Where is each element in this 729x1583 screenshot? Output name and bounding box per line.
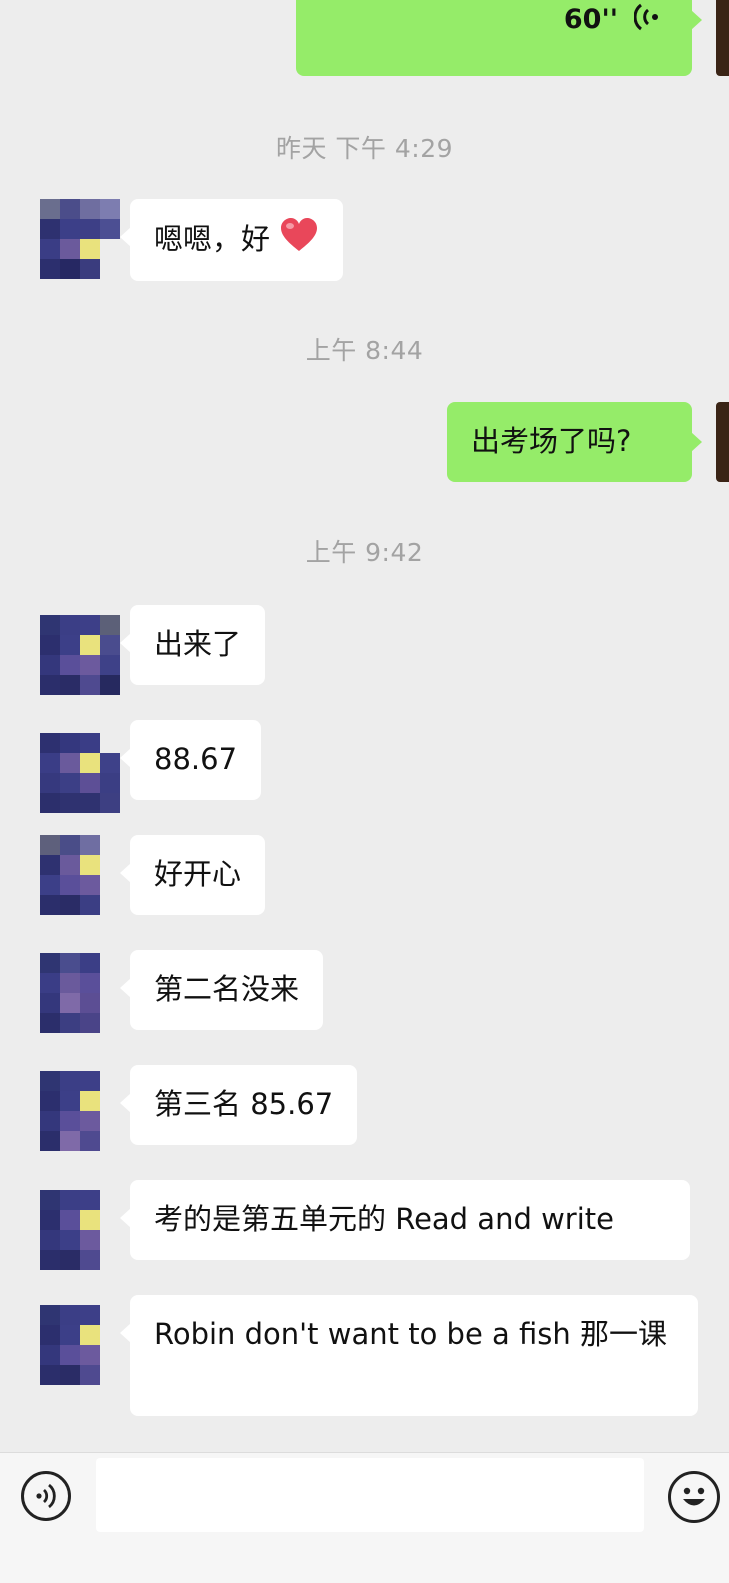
contact-avatar[interactable]	[40, 835, 120, 915]
message-input[interactable]	[96, 1458, 644, 1532]
message-text: 出考场了吗?	[471, 424, 632, 458]
contact-avatar[interactable]	[40, 1305, 120, 1385]
voice-duration: 60''	[563, 4, 618, 35]
message-text: 嗯嗯，好	[154, 222, 271, 256]
message-bubble[interactable]: Robin don't want to be a fish 那一课	[120, 1295, 698, 1416]
message-bubble[interactable]: 考的是第五单元的 Read and write	[120, 1180, 690, 1260]
my-avatar[interactable]	[716, 402, 729, 482]
message-bubble[interactable]: 好开心	[119, 835, 266, 915]
timestamp: 上午 8:44	[305, 336, 424, 365]
contact-avatar[interactable]	[40, 953, 120, 1033]
message-text: 88.67	[154, 742, 238, 776]
message-text: 第三名 85.67	[154, 1087, 334, 1121]
contact-avatar[interactable]	[40, 1190, 120, 1270]
message-text: 第二名没来	[154, 972, 300, 1006]
message-bubble[interactable]: 嗯嗯，好	[119, 199, 344, 281]
contact-avatar[interactable]	[40, 199, 120, 279]
emoji-icon	[683, 1487, 705, 1506]
contact-avatar[interactable]	[40, 615, 120, 695]
heart-emoji-icon	[281, 218, 318, 251]
voice-mode-icon	[36, 1483, 56, 1509]
voice-message-bubble[interactable]: 60''	[296, 0, 702, 76]
voice-wave-icon	[634, 3, 658, 31]
message-text: 出来了	[154, 627, 242, 661]
message-bubble[interactable]: 出来了	[119, 605, 266, 685]
emoji-button[interactable]	[668, 1471, 720, 1523]
chat-messages-area[interactable]: 60'' 昨天 下午 4:29 嗯嗯，好 上午 8:44 出考场了吗? 上午 9…	[0, 0, 729, 1452]
message-bubble[interactable]: 第三名 85.67	[119, 1065, 358, 1145]
timestamp: 上午 9:42	[305, 538, 424, 567]
contact-avatar[interactable]	[40, 733, 120, 813]
timestamp: 昨天 下午 4:29	[275, 134, 454, 163]
my-avatar[interactable]	[716, 0, 729, 76]
message-text: 考的是第五单元的 Read and write	[154, 1202, 614, 1236]
message-text: 好开心	[154, 857, 242, 891]
message-bubble[interactable]: 第二名没来	[119, 950, 324, 1030]
voice-mode-button[interactable]	[21, 1471, 71, 1521]
contact-avatar[interactable]	[40, 1071, 120, 1151]
message-text: Robin don't want to be a fish 那一课	[154, 1317, 667, 1351]
message-bubble[interactable]: 出考场了吗?	[447, 402, 702, 482]
message-bubble[interactable]: 88.67	[119, 720, 262, 800]
